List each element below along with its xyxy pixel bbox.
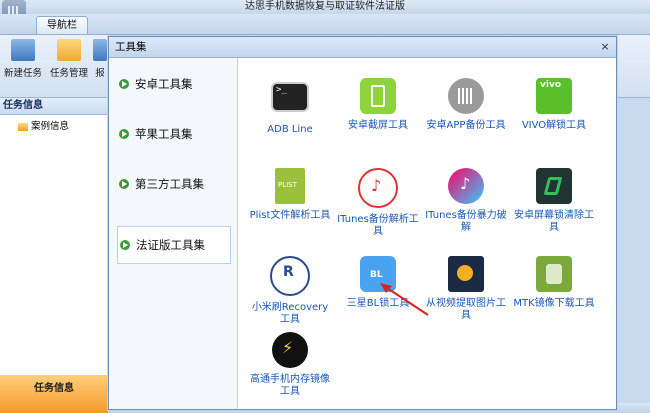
report-button[interactable]: 报 — [92, 39, 108, 79]
tool-qualcomm-dump[interactable]: 高通手机内存镜像工具 — [248, 332, 332, 398]
dialog-title: 工具集 — [109, 37, 616, 58]
tool-label: ITunes备份暴力破解 — [425, 210, 507, 233]
panel-footer-label: 任务信息 — [34, 383, 74, 394]
category-label: 第三方工具集 — [135, 177, 204, 191]
tool-label: ADB Line — [267, 124, 313, 135]
tool-label: 小米刷Recovery工具 — [251, 302, 329, 325]
tool-label: 高通手机内存镜像工具 — [250, 374, 330, 397]
report-label: 报 — [95, 68, 105, 79]
mtk-icon — [536, 256, 572, 292]
new-task-button[interactable]: 新建任务 — [2, 39, 44, 79]
tool-plist-parser[interactable]: Plist文件解析工具 — [248, 168, 332, 222]
close-button[interactable]: × — [598, 40, 612, 54]
category-apple[interactable]: 苹果工具集 — [117, 116, 229, 152]
category-forensic[interactable]: 法证版工具集 — [117, 226, 231, 264]
arrow-right-icon — [119, 129, 129, 139]
arrow-right-icon — [119, 79, 129, 89]
tool-label: 安卓截屏工具 — [348, 120, 408, 131]
category-android[interactable]: 安卓工具集 — [117, 66, 229, 102]
annotation-arrow-icon — [380, 283, 429, 316]
new-task-label: 新建任务 — [3, 68, 42, 79]
vivo-unlock-icon — [536, 78, 572, 114]
tab-navigation[interactable]: 导航栏 — [36, 16, 88, 34]
tool-itunes-parser[interactable]: ITunes备份解析工具 — [336, 168, 420, 238]
recovery-icon — [270, 256, 310, 296]
tool-label: 安卓屏幕锁清除工具 — [514, 210, 594, 233]
folder-icon — [57, 39, 81, 61]
report-icon — [93, 39, 107, 61]
tool-screen-lock-clear[interactable]: 安卓屏幕锁清除工具 — [512, 168, 596, 234]
task-manage-button[interactable]: 任务管理 — [48, 39, 90, 79]
toolset-dialog: 工具集 × 安卓工具集 苹果工具集 第三方工具集 法证版工具集 ADB Line… — [108, 36, 617, 410]
tool-adb-line[interactable]: ADB Line — [248, 78, 332, 136]
tool-vivo-unlock[interactable]: VIVO解锁工具 — [512, 78, 596, 132]
tool-itunes-crack[interactable]: ITunes备份暴力破解 — [424, 168, 508, 234]
tool-label: ITunes备份解析工具 — [337, 214, 419, 237]
tool-apk-backup[interactable]: 安卓APP备份工具 — [424, 78, 508, 132]
window-title: 达思手机数据恢复与取证软件法证版 — [0, 0, 650, 14]
tool-xiaomi-recovery[interactable]: 小米刷Recovery工具 — [248, 256, 332, 326]
terminal-icon — [271, 82, 309, 112]
category-label: 安卓工具集 — [135, 77, 193, 91]
category-label: 法证版工具集 — [136, 238, 205, 252]
video-extract-icon — [448, 256, 484, 292]
new-task-icon — [11, 39, 35, 61]
tool-mtk-download[interactable]: MTK镜像下载工具 — [512, 256, 596, 310]
arrow-right-icon — [119, 179, 129, 189]
tool-label: Plist文件解析工具 — [249, 210, 331, 221]
apk-backup-icon — [448, 78, 484, 114]
task-manage-label: 任务管理 — [49, 68, 88, 79]
tool-label: VIVO解锁工具 — [521, 120, 587, 131]
screenshot-icon — [360, 78, 396, 114]
category-label: 苹果工具集 — [135, 127, 193, 141]
panel-footer-tab[interactable]: 任务信息 — [0, 375, 108, 413]
tool-android-screenshot[interactable]: 安卓截屏工具 — [336, 78, 420, 132]
nav-tabbar: 导航栏 — [0, 14, 650, 35]
itunes-icon — [358, 168, 398, 208]
plist-icon — [275, 168, 305, 204]
dialog-body: 安卓工具集 苹果工具集 第三方工具集 法证版工具集 ADB Line 安卓截屏工… — [109, 58, 616, 409]
task-info-panel: 任务信息 案例信息 任务信息 — [0, 98, 109, 413]
panel-header: 任务信息 — [0, 98, 108, 115]
category-thirdparty[interactable]: 第三方工具集 — [117, 166, 229, 202]
tool-label: MTK镜像下载工具 — [513, 298, 595, 309]
tool-label: 安卓APP备份工具 — [426, 120, 506, 131]
qualcomm-icon — [272, 332, 308, 368]
screen-lock-icon — [536, 168, 572, 204]
arrow-right-icon — [120, 240, 130, 250]
itunes-crack-icon — [448, 168, 484, 204]
category-list: 安卓工具集 苹果工具集 第三方工具集 法证版工具集 — [109, 58, 238, 409]
tree-item-case-info[interactable]: 案例信息 — [18, 118, 69, 132]
